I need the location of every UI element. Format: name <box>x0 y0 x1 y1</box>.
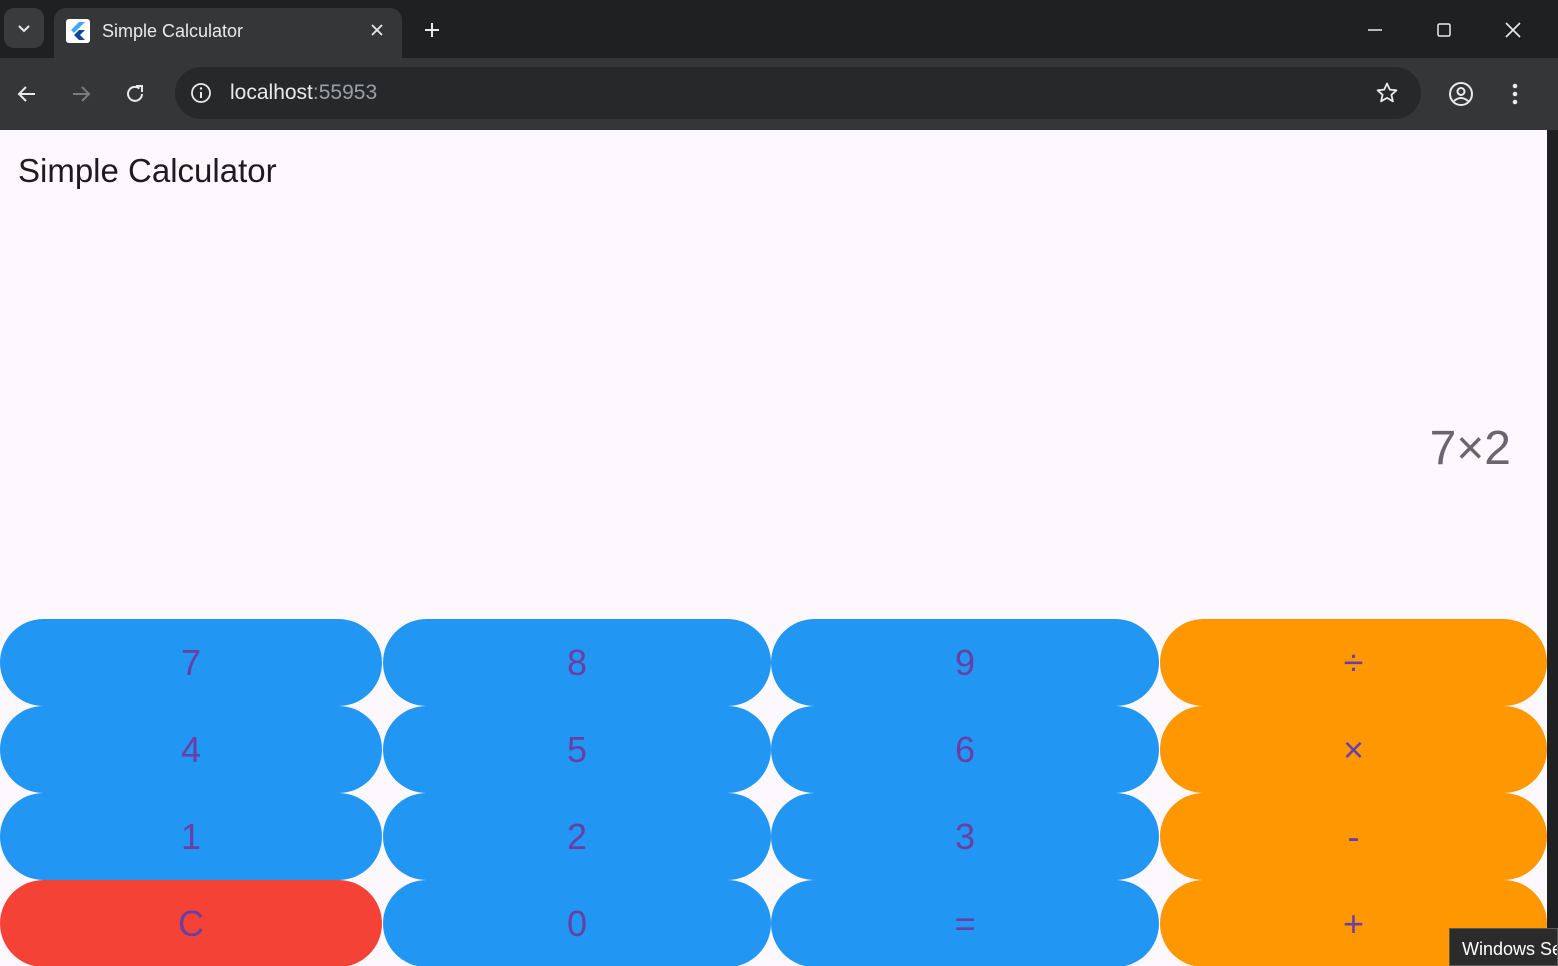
url-text: localhost:55953 <box>230 81 377 105</box>
forward-button[interactable] <box>62 75 100 113</box>
key-2[interactable]: 2 <box>383 793 771 880</box>
key-3[interactable]: 3 <box>771 793 1159 880</box>
close-icon <box>371 24 383 36</box>
taskbar-tooltip: Windows Se <box>1449 928 1558 966</box>
url-port: :55953 <box>312 81 378 104</box>
key-subtract[interactable]: - <box>1160 793 1547 880</box>
site-info-button[interactable] <box>187 79 215 107</box>
close-window-button[interactable] <box>1491 8 1535 52</box>
new-tab-button[interactable] <box>414 12 450 48</box>
arrow-left-icon <box>17 86 35 102</box>
chevron-down-icon <box>18 25 30 33</box>
key-8[interactable]: 8 <box>383 619 771 706</box>
maximize-button[interactable] <box>1422 8 1466 52</box>
profile-button[interactable] <box>1442 75 1480 113</box>
arrow-right-icon <box>73 86 91 102</box>
minimize-icon <box>1368 29 1382 31</box>
more-vert-icon <box>1512 83 1518 105</box>
star-icon <box>1376 82 1398 103</box>
plus-icon <box>425 23 439 37</box>
calculator-display: 7×2 <box>1429 422 1511 475</box>
key-9[interactable]: 9 <box>771 619 1159 706</box>
flutter-icon <box>66 19 90 43</box>
key-7[interactable]: 7 <box>0 619 382 706</box>
browser-toolbar: localhost:55953 <box>0 58 1558 130</box>
maximize-icon <box>1437 23 1451 37</box>
info-icon <box>191 83 211 103</box>
key-divide[interactable]: ÷ <box>1160 619 1547 706</box>
close-icon <box>1505 22 1521 38</box>
app-bar-title: Simple Calculator <box>18 152 277 189</box>
key-1[interactable]: 1 <box>0 793 382 880</box>
key-6[interactable]: 6 <box>771 706 1159 793</box>
close-tab-button[interactable] <box>364 17 390 43</box>
browser-tab[interactable]: Simple Calculator <box>54 8 402 58</box>
window-edge <box>1547 130 1558 966</box>
tab-title: Simple Calculator <box>102 21 244 41</box>
key-0[interactable]: 0 <box>383 880 771 966</box>
tab-search-button[interactable] <box>4 8 44 48</box>
account-circle-icon <box>1449 82 1473 106</box>
key-5[interactable]: 5 <box>383 706 771 793</box>
key-clear[interactable]: C <box>0 880 382 966</box>
reload-icon <box>127 85 143 102</box>
key-4[interactable]: 4 <box>0 706 382 793</box>
bookmark-button[interactable] <box>1373 79 1401 107</box>
tab-strip: Simple Calculator <box>0 0 1558 58</box>
minimize-button[interactable] <box>1353 8 1397 52</box>
key-equals[interactable]: = <box>771 880 1159 966</box>
key-multiply[interactable]: × <box>1160 706 1547 793</box>
address-bar[interactable]: localhost:55953 <box>175 67 1421 119</box>
url-host: localhost <box>230 81 313 104</box>
back-button[interactable] <box>8 75 46 113</box>
menu-button[interactable] <box>1496 75 1534 113</box>
calculator-page: Simple Calculator 7×2 7 8 9 ÷ 4 5 6 × 1 … <box>0 130 1547 966</box>
reload-button[interactable] <box>116 75 154 113</box>
